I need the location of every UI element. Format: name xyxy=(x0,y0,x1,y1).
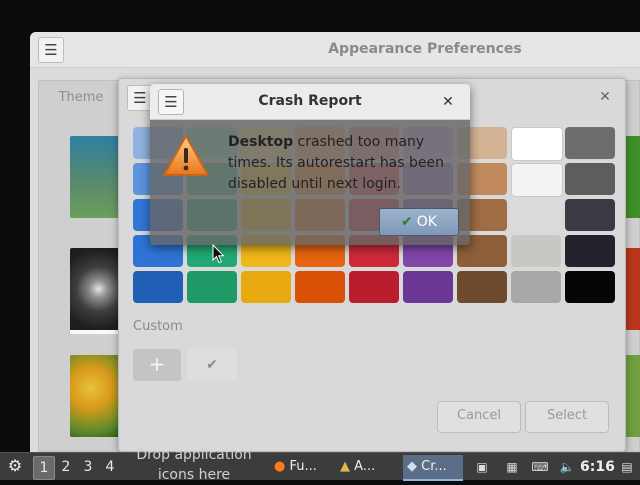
workspace-4[interactable]: 4 xyxy=(100,456,120,478)
dialog-header: ☰ Crash Report ✕ xyxy=(150,84,470,120)
network-icon[interactable]: ▣ xyxy=(470,457,494,477)
wallpaper-list xyxy=(56,120,122,452)
color-swatch[interactable] xyxy=(565,163,615,195)
task-label: Cr... xyxy=(421,459,447,474)
window-header: ☰ Appearance Preferences xyxy=(30,32,640,68)
color-swatch[interactable] xyxy=(295,271,345,303)
task-label: Fu... xyxy=(289,459,317,474)
select-button[interactable]: Select xyxy=(525,401,609,433)
workspace-1[interactable]: 1 xyxy=(33,456,55,480)
color-swatch[interactable] xyxy=(511,199,561,231)
ok-button-label: OK xyxy=(416,214,437,230)
window-menu-button[interactable]: ☰ xyxy=(38,37,64,63)
color-swatch[interactable] xyxy=(511,163,563,197)
color-swatch[interactable] xyxy=(511,127,563,161)
firefox-icon: ● xyxy=(274,459,286,474)
workspace-2[interactable]: 2 xyxy=(56,456,76,478)
color-swatch[interactable] xyxy=(511,235,561,267)
dialog-menu-button[interactable]: ☰ xyxy=(158,89,184,115)
hamburger-icon: ☰ xyxy=(44,41,58,59)
calendar-icon[interactable]: ▦ xyxy=(500,457,524,477)
color-swatch[interactable] xyxy=(349,271,399,303)
color-swatch[interactable] xyxy=(511,271,561,303)
start-menu-button[interactable]: ⚙ xyxy=(2,453,28,481)
taskbar: ⚙ 1 2 3 4 Drop application icons here ● … xyxy=(0,447,640,483)
hamburger-icon: ☰ xyxy=(164,93,178,111)
crash-message: Desktop crashed too many times. Its auto… xyxy=(228,132,458,195)
clock[interactable]: 6:16 xyxy=(580,456,615,478)
tab-theme[interactable]: Theme xyxy=(44,82,118,114)
task-appearance-preferences[interactable]: ▲ A... xyxy=(336,455,402,479)
color-swatch[interactable] xyxy=(565,127,615,159)
color-swatch[interactable] xyxy=(241,271,291,303)
wallpaper-thumbnail[interactable] xyxy=(70,355,122,437)
wallpaper-thumbnail[interactable] xyxy=(70,248,122,334)
color-swatch[interactable] xyxy=(565,199,615,231)
custom-colors-label: Custom xyxy=(133,319,183,334)
workspace-3[interactable]: 3 xyxy=(78,456,98,478)
color-swatch[interactable] xyxy=(403,271,453,303)
wallpaper-list-right xyxy=(626,120,640,450)
wallpaper-thumbnail[interactable] xyxy=(626,248,640,330)
menu-logo-icon: ⚙ xyxy=(7,456,23,475)
ok-check-icon: ✔ xyxy=(401,214,413,230)
mouse-pointer-icon xyxy=(212,243,226,264)
wallpaper-thumbnail[interactable] xyxy=(626,136,640,218)
task-crash-report[interactable]: ◆ Cr... xyxy=(403,455,463,481)
task-firefox[interactable]: ● Fu... xyxy=(270,455,336,479)
crash-report-dialog: ☰ Crash Report ✕ Desktop crashed too man… xyxy=(150,84,470,245)
crashed-app-name: Desktop xyxy=(228,134,294,150)
wallpaper-thumbnail[interactable] xyxy=(70,136,122,218)
dialog-title: Crash Report xyxy=(258,93,362,109)
ok-button[interactable]: ✔ OK xyxy=(379,208,459,236)
add-custom-color-button[interactable]: + xyxy=(133,349,181,381)
show-desktop-icon[interactable]: ▤ xyxy=(616,457,638,477)
color-swatch[interactable] xyxy=(565,271,615,303)
appearance-icon: ▲ xyxy=(340,459,350,474)
launcher-drop-hint: Drop application icons here xyxy=(136,447,252,483)
close-icon[interactable]: ✕ xyxy=(436,90,460,114)
window-title: Appearance Preferences xyxy=(328,41,522,57)
color-swatch[interactable] xyxy=(565,235,615,267)
volume-icon[interactable]: 🔈 xyxy=(556,457,578,477)
color-swatch[interactable] xyxy=(187,271,237,303)
warning-triangle-icon xyxy=(162,134,210,178)
cancel-button[interactable]: Cancel xyxy=(437,401,521,433)
crash-icon: ◆ xyxy=(407,459,417,474)
keyboard-icon[interactable]: ⌨ xyxy=(528,457,552,477)
task-label: A... xyxy=(354,459,376,474)
custom-color-swatch[interactable]: ✔ xyxy=(187,349,237,381)
wallpaper-thumbnail[interactable] xyxy=(626,355,640,437)
color-swatch[interactable] xyxy=(133,271,183,303)
color-swatch[interactable] xyxy=(457,271,507,303)
